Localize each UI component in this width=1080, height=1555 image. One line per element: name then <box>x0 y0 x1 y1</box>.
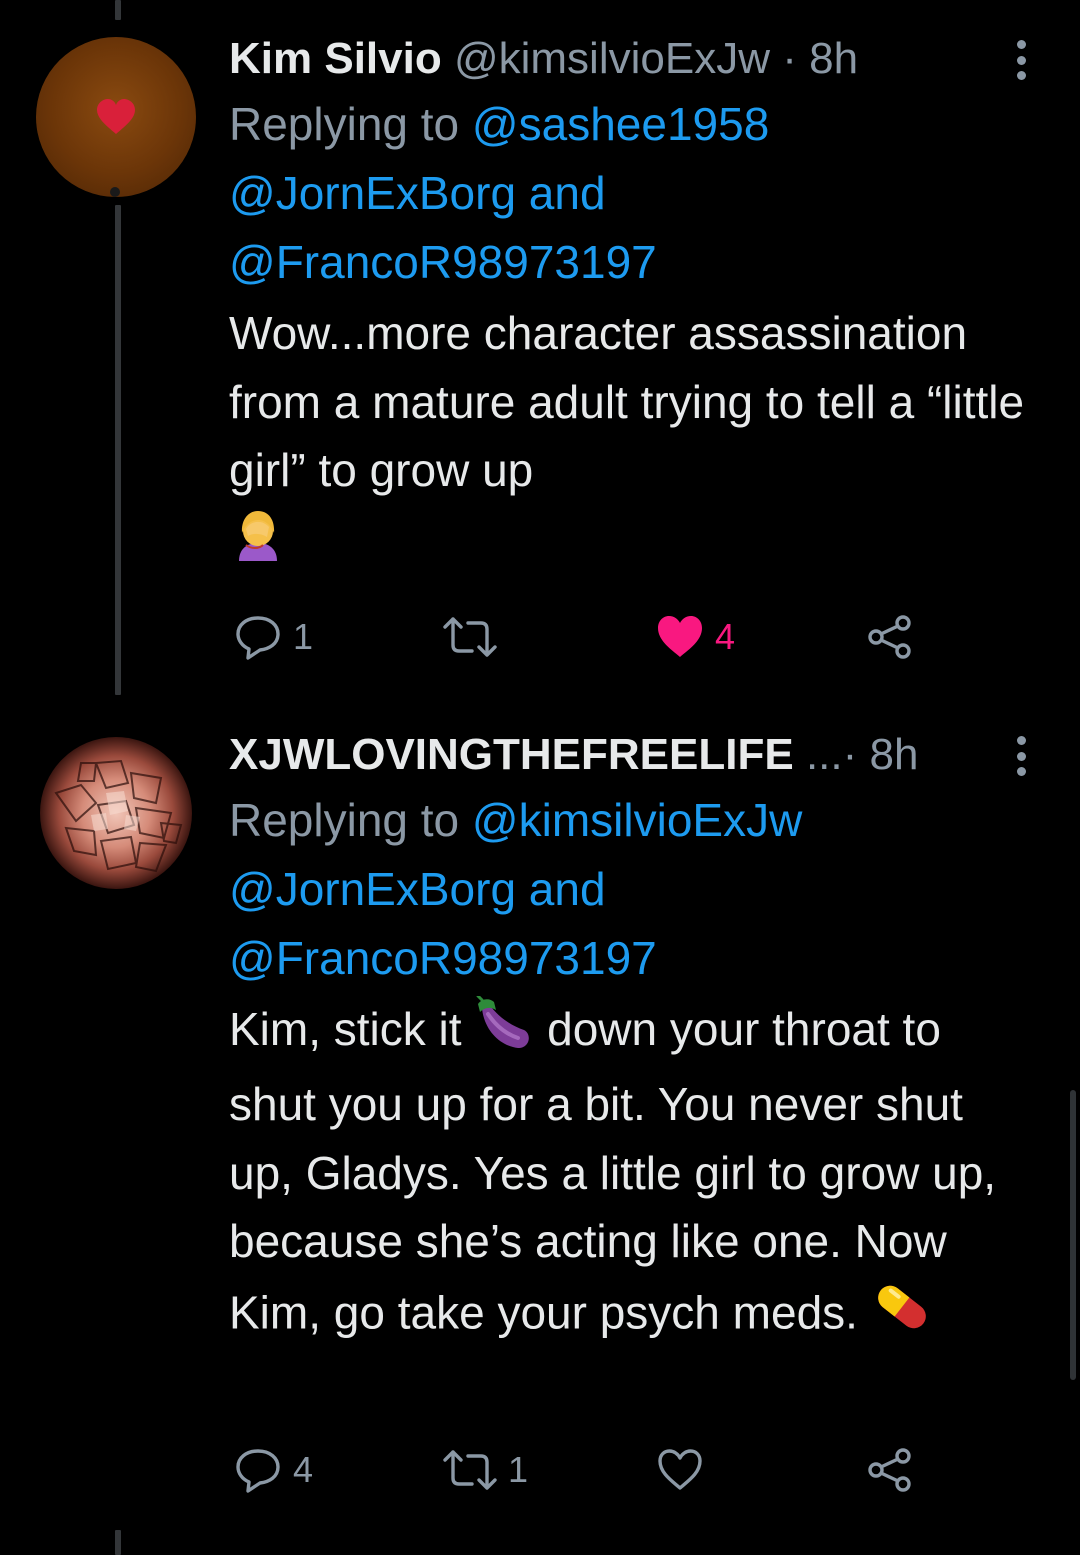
facepalm-emoji-icon <box>229 505 287 582</box>
tweet-header: Kim Silvio @kimsilvioExJw · 8h <box>229 28 1036 90</box>
avatar[interactable] <box>36 37 196 197</box>
like-button[interactable]: 4 <box>655 607 735 667</box>
tweet-text: Kim, stick it down your throat to shut y… <box>229 994 1036 1357</box>
mention-link[interactable]: @FrancoR98973197 <box>229 236 657 288</box>
tweet-actions: 4 1 <box>229 1440 949 1500</box>
separator-dot: · <box>842 730 858 779</box>
mention-link[interactable]: @JornExBorg <box>229 167 516 219</box>
heart-outline-icon <box>658 1449 702 1490</box>
mention-link[interactable]: @sashee1958 <box>472 98 769 150</box>
share-icon <box>868 615 911 659</box>
display-name[interactable]: XJWLOVINGTHEFREELIFE <box>229 730 794 779</box>
tweet-header: XJWLOVINGTHEFREELIFE ...· 8h <box>229 724 1036 786</box>
share-button[interactable] <box>865 607 915 667</box>
thread-line-bottom <box>115 1530 121 1555</box>
mention-link[interactable]: @kimsilvioExJw <box>472 794 802 846</box>
replying-prefix: Replying to <box>229 98 472 150</box>
timestamp[interactable]: 8h <box>870 730 919 779</box>
avatar[interactable] <box>36 733 196 893</box>
mention-link[interactable]: @JornExBorg <box>229 863 516 915</box>
like-button[interactable] <box>655 1440 705 1500</box>
share-button[interactable] <box>865 1440 915 1500</box>
timestamp[interactable]: 8h <box>809 34 858 83</box>
retweet-count: 1 <box>508 1449 529 1490</box>
tweet-actions: 1 4 <box>229 607 949 667</box>
scrollbar[interactable] <box>1070 1090 1076 1380</box>
name-ellipsis: ... <box>805 730 843 779</box>
mention-joiner: and <box>516 167 606 219</box>
mention-joiner: and <box>516 863 606 915</box>
separator-dot: · <box>782 34 797 83</box>
reply-icon <box>236 1449 280 1493</box>
replying-prefix: Replying to <box>229 794 472 846</box>
reply-icon <box>236 616 280 660</box>
tweet-xjwlovingthefreelife[interactable]: XJWLOVINGTHEFREELIFE ...· 8h Replying to… <box>0 700 1080 1530</box>
retweet-icon <box>443 1450 497 1490</box>
reply-button[interactable]: 4 <box>233 1440 313 1500</box>
heart-icon <box>97 99 135 197</box>
share-icon <box>868 1448 911 1492</box>
reply-button[interactable]: 1 <box>233 607 313 667</box>
pill-emoji-icon <box>871 1276 933 1357</box>
replying-to: Replying to @sashee1958 @JornExBorg and … <box>229 90 1036 297</box>
like-count: 4 <box>715 616 736 657</box>
retweet-button[interactable] <box>442 607 498 667</box>
display-name[interactable]: Kim Silvio <box>229 34 442 83</box>
retweet-button[interactable]: 1 <box>442 1440 528 1500</box>
tweet-text-content: Wow...more character assassination from … <box>229 307 1025 496</box>
reply-count: 4 <box>293 1449 314 1490</box>
more-options-icon[interactable] <box>1014 736 1028 776</box>
mosaic-avatar-icon <box>40 737 192 889</box>
reply-count: 1 <box>293 616 314 657</box>
tweet-text-part-1: Kim, stick it <box>229 1003 475 1055</box>
mention-link[interactable]: @FrancoR98973197 <box>229 932 657 984</box>
more-options-icon[interactable] <box>1014 40 1028 80</box>
retweet-icon <box>443 617 497 657</box>
replying-to: Replying to @kimsilvioExJw @JornExBorg a… <box>229 786 1036 993</box>
heart-filled-icon <box>658 616 702 657</box>
user-handle[interactable]: @kimsilvioExJw <box>454 34 770 83</box>
tweet-text: Wow...more character assassination from … <box>229 299 1036 581</box>
tweet-kim-silvio[interactable]: Kim Silvio @kimsilvioExJw · 8h Replying … <box>0 0 1080 700</box>
eggplant-emoji-icon <box>474 994 534 1071</box>
